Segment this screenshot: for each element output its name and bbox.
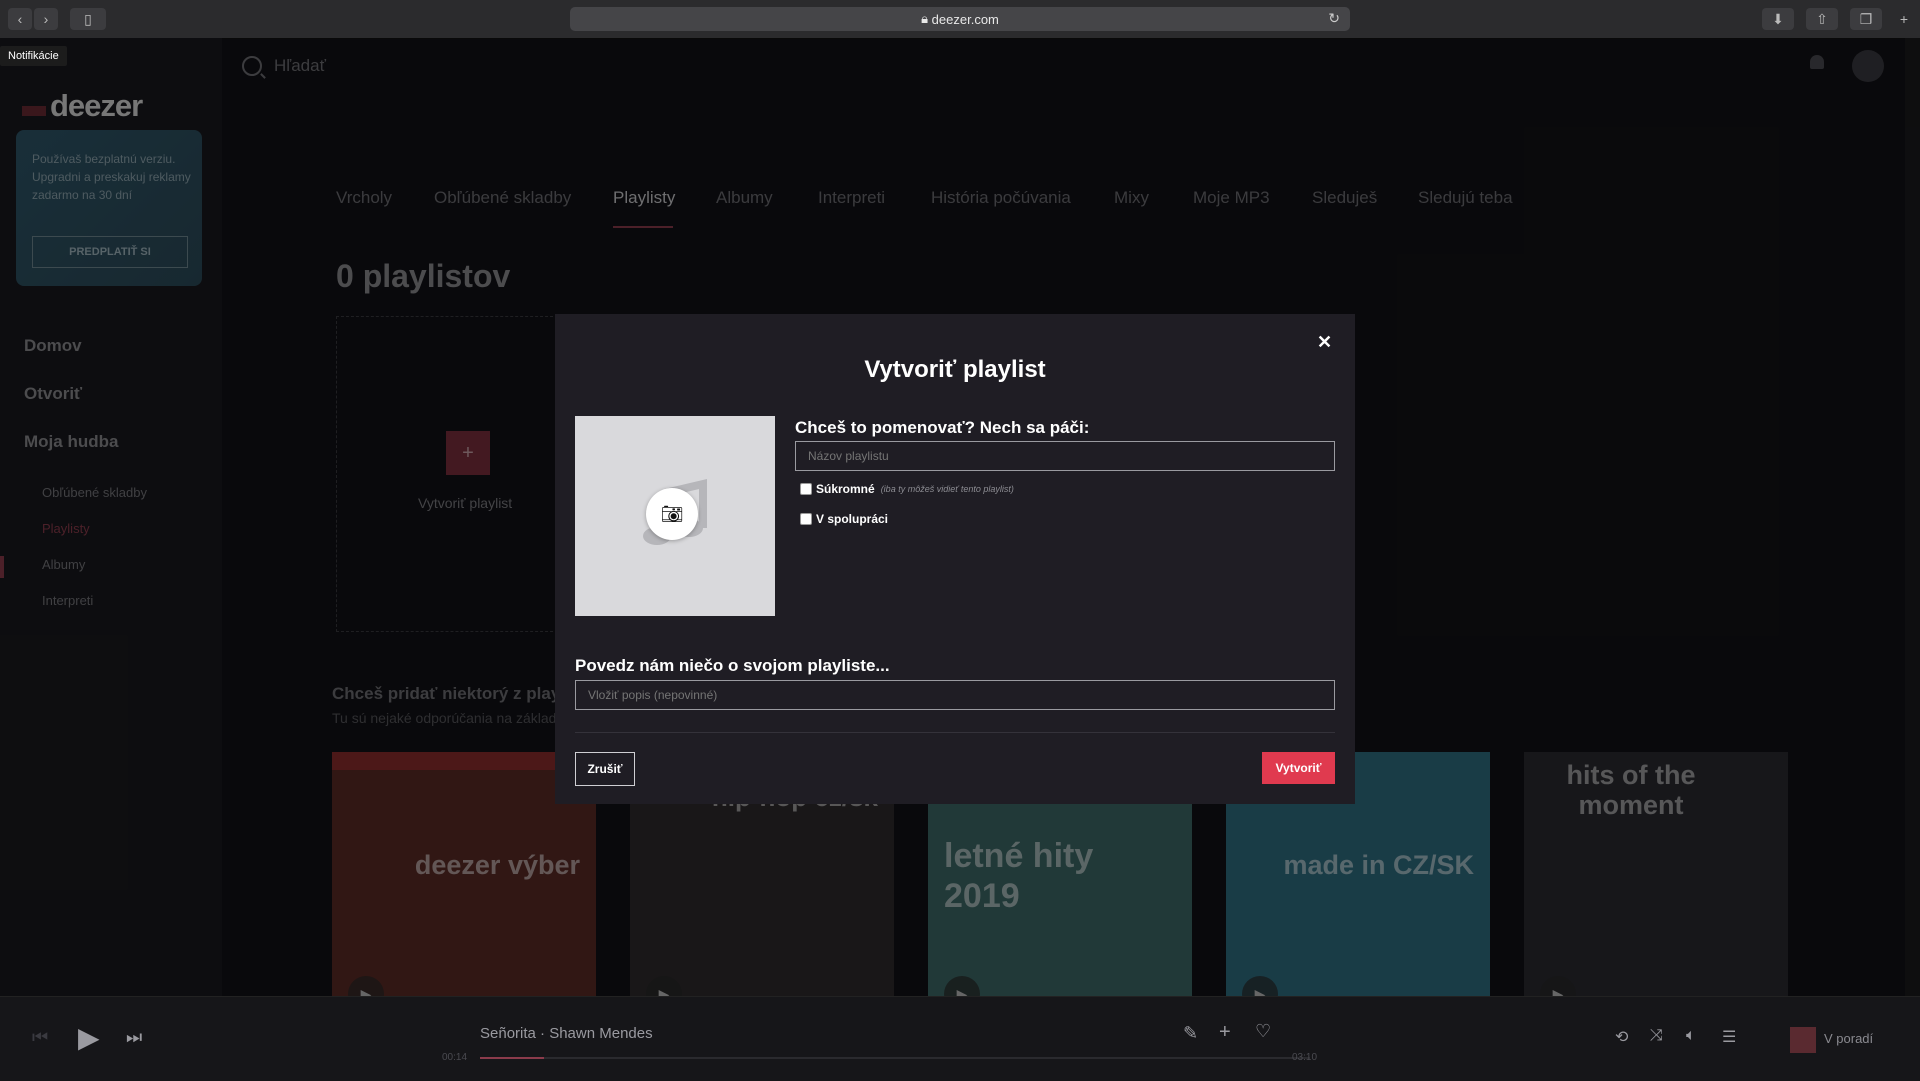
playlist-name-label: Chceš to pomenovať? Nech sa páči: <box>795 418 1090 437</box>
private-label[interactable]: Súkromné <box>816 482 875 496</box>
private-note: (iba ty môžeš vidieť tento playlist) <box>880 484 1014 494</box>
close-icon[interactable]: ✕ <box>1317 332 1332 353</box>
create-button[interactable]: Vytvoriť <box>1262 752 1335 784</box>
volume-icon[interactable]: 🔈︎ <box>1686 1027 1696 1045</box>
description-input[interactable] <box>575 680 1335 710</box>
playlist-image-upload[interactable]: 📷︎ <box>575 416 775 616</box>
cancel-button[interactable]: Zrušiť <box>575 752 635 786</box>
notifications-tooltip: Notifikácie <box>0 46 67 66</box>
collaborative-label[interactable]: V spolupráci <box>816 512 888 526</box>
collaborative-checkbox-row[interactable]: V spolupráci <box>800 512 888 526</box>
playlist-name-input[interactable] <box>795 441 1335 471</box>
heart-icon[interactable]: ♡ <box>1255 1021 1271 1042</box>
reload-icon[interactable]: ↻ <box>1328 10 1340 27</box>
play-button-icon[interactable]: ▶ <box>78 1021 100 1054</box>
dialog-divider <box>575 732 1335 733</box>
now-playing-track[interactable]: Señorita · Shawn Mendes <box>480 1025 653 1042</box>
downloads-icon[interactable]: ⬇ <box>1762 8 1794 30</box>
tabs-icon[interactable]: ❐ <box>1850 8 1882 30</box>
sidebar-toggle-icon[interactable]: ▯ <box>70 8 106 30</box>
queue-label[interactable]: V poradí <box>1824 1031 1873 1046</box>
elapsed-time: 00:14 <box>442 1052 468 1063</box>
player-bar: ⏮ ▶ ⏭ Señorita · Shawn Mendes 00:14 03:1… <box>0 996 1920 1081</box>
back-button[interactable]: ‹ <box>8 8 32 30</box>
lyrics-mic-icon[interactable]: ✎ <box>1183 1023 1198 1044</box>
queue-cover-thumbnail[interactable] <box>1790 1027 1816 1053</box>
private-checkbox-row[interactable]: Súkromné (iba ty môžeš vidieť tento play… <box>800 482 1014 496</box>
share-icon[interactable]: ⇧ <box>1806 8 1838 30</box>
previous-track-icon[interactable]: ⏮ <box>32 1027 48 1048</box>
collaborative-checkbox[interactable] <box>800 513 812 525</box>
total-time: 03:10 <box>1292 1052 1318 1063</box>
browser-toolbar: ‹ › ▯ 🔒︎ deezer.com ↻ ⬇ ⇧ ❐ + <box>0 0 1920 39</box>
url-text: deezer.com <box>931 11 999 27</box>
description-label: Povedz nám niečo o svojom playliste... <box>575 656 890 675</box>
lock-icon: 🔒︎ <box>921 11 929 26</box>
create-playlist-dialog: ✕ Vytvoriť playlist 📷︎ Chceš to pomenova… <box>555 314 1355 804</box>
equalizer-icon[interactable]: ☰ <box>1722 1027 1736 1047</box>
progress-fill <box>480 1057 544 1059</box>
new-tab-icon[interactable]: + <box>1894 8 1914 30</box>
add-icon[interactable]: + <box>1219 1021 1231 1044</box>
private-checkbox[interactable] <box>800 483 812 495</box>
forward-button[interactable]: › <box>34 8 58 30</box>
dialog-title: Vytvoriť playlist <box>864 356 1046 383</box>
next-track-icon[interactable]: ⏭ <box>126 1027 142 1048</box>
progress-bar[interactable] <box>480 1057 1310 1059</box>
repeat-icon[interactable]: ⟲ <box>1615 1027 1628 1047</box>
address-bar[interactable]: 🔒︎ deezer.com ↻ <box>570 7 1350 31</box>
shuffle-icon[interactable]: ⤨ <box>1650 1027 1663 1045</box>
camera-icon[interactable]: 📷︎ <box>646 488 698 540</box>
